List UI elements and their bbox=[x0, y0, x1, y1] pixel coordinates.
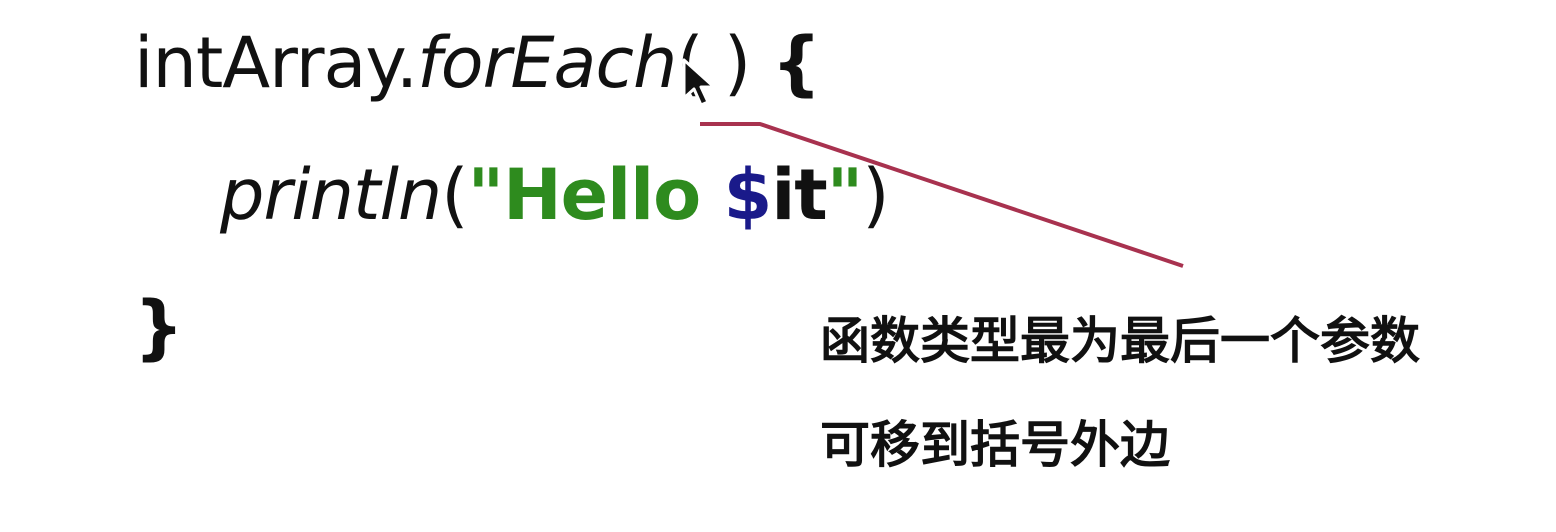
code-open-paren: ( bbox=[441, 154, 468, 236]
slide-canvas: intArray.forEach ( ) { println("Hello $it… bbox=[0, 0, 1556, 532]
annotation-text-line2: 可移到括号外边 bbox=[820, 416, 1170, 474]
code-line-println: println("Hello $it") bbox=[220, 160, 890, 230]
code-receiver: intArray. bbox=[134, 22, 418, 104]
code-close-paren: ) bbox=[862, 154, 889, 236]
code-template-var: it bbox=[771, 154, 827, 236]
code-template-sign: $ bbox=[723, 154, 773, 236]
code-string-close: " bbox=[826, 154, 863, 236]
code-call-println: println bbox=[220, 154, 442, 236]
code-open-brace: { bbox=[771, 22, 821, 104]
annotation-text-line1: 函数类型最为最后一个参数 bbox=[820, 312, 1420, 370]
code-string-open: "Hello bbox=[467, 154, 724, 236]
mouse-pointer-icon bbox=[682, 58, 716, 107]
code-method-foreach: forEach bbox=[417, 22, 677, 104]
code-close-brace: } bbox=[134, 286, 184, 368]
code-line-close: } bbox=[134, 292, 184, 362]
